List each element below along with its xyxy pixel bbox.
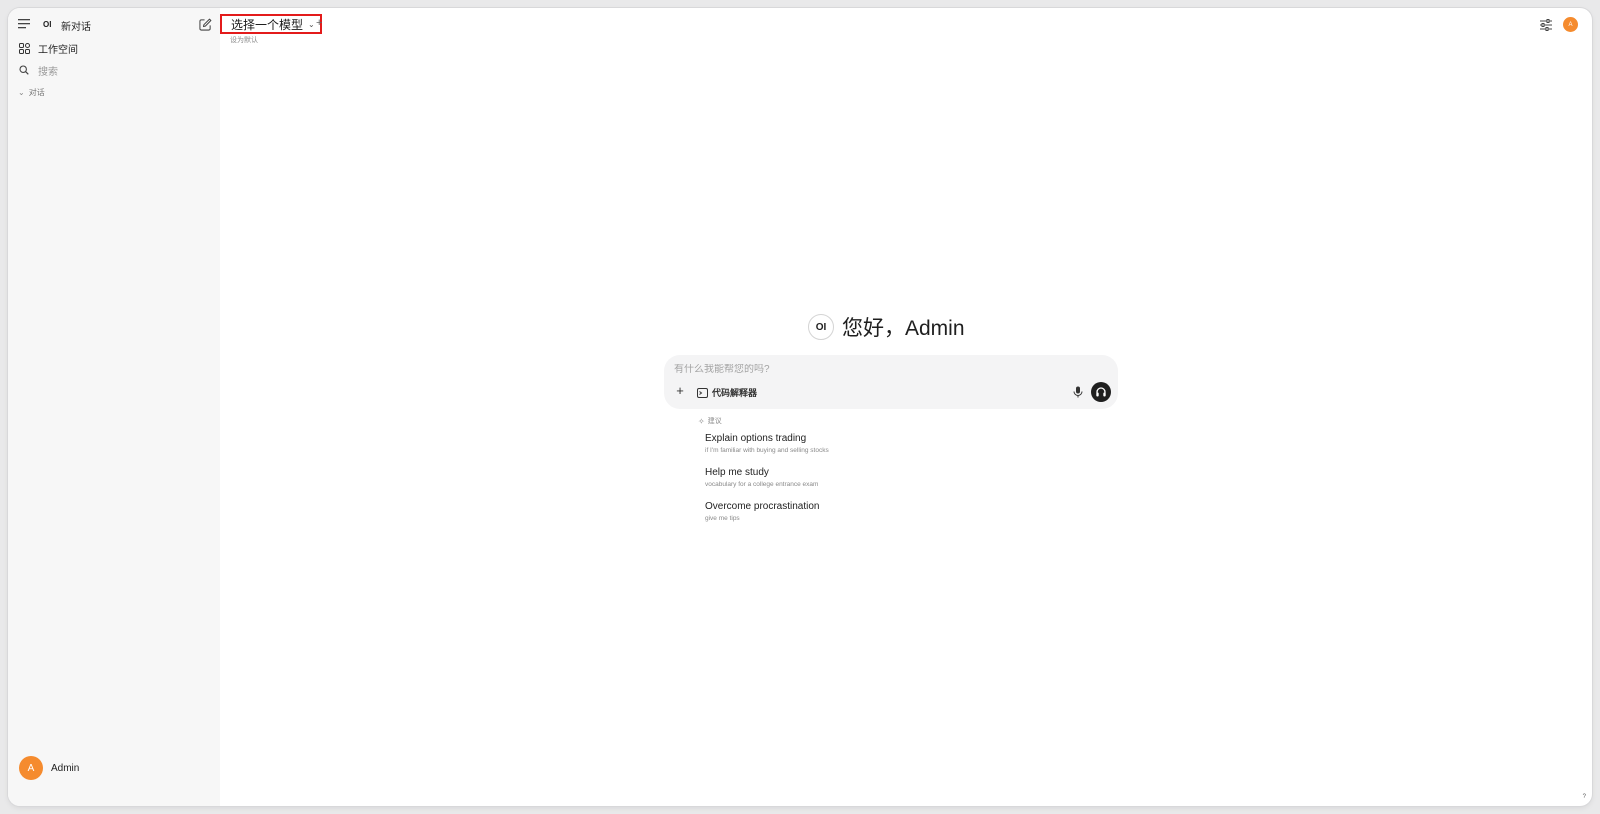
- microphone-icon[interactable]: [1072, 386, 1084, 398]
- set-default-link[interactable]: 设为默认: [230, 35, 258, 45]
- sidebar-search[interactable]: 搜索: [16, 60, 212, 80]
- suggestion-item[interactable]: Explain options trading if I'm familiar …: [705, 433, 829, 454]
- suggestion-title: Explain options trading: [705, 433, 807, 444]
- sidebar-toggle-icon[interactable]: [18, 18, 32, 30]
- suggestion-item[interactable]: Overcome procrastination give me tips: [705, 501, 820, 522]
- suggestion-item[interactable]: Help me study vocabulary for a college e…: [705, 467, 818, 488]
- headphones-icon: [1096, 387, 1106, 397]
- suggestions-header: ✧ 建议: [698, 416, 722, 426]
- sidebar-item-workspace[interactable]: 工作空间: [16, 38, 212, 58]
- search-icon: [18, 64, 30, 76]
- sidebar-section-chats[interactable]: ⌄ 对话: [18, 87, 45, 98]
- message-composer: + 代码解释器: [664, 355, 1118, 409]
- model-select-label: 选择一个模型: [231, 17, 304, 32]
- search-input[interactable]: 搜索: [38, 63, 58, 78]
- new-chat-edit-icon[interactable]: [199, 18, 212, 31]
- app-logo: OI: [43, 20, 52, 29]
- main-panel: 选择一个模型 ⌄ + 设为默认 A OI 您好，Admin +: [220, 8, 1592, 806]
- voice-mode-button[interactable]: [1091, 382, 1111, 402]
- sidebar-item-label: 工作空间: [38, 44, 78, 56]
- top-right-controls: A: [1539, 17, 1578, 32]
- plus-icon[interactable]: +: [674, 384, 686, 397]
- workspace-icon: [18, 42, 30, 54]
- section-label: 对话: [28, 88, 45, 97]
- suggestion-title: Help me study: [705, 467, 769, 478]
- message-input[interactable]: [674, 364, 1054, 375]
- model-logo: OI: [808, 314, 834, 340]
- suggestion-subtitle: give me tips: [705, 515, 740, 522]
- suggestion-title: Overcome procrastination: [705, 501, 820, 512]
- help-button[interactable]: ?: [1583, 794, 1586, 800]
- chevron-down-icon: ⌄: [18, 88, 25, 97]
- user-name: Admin: [51, 762, 80, 774]
- suggestions-label: 建议: [707, 418, 722, 425]
- user-menu[interactable]: A Admin: [19, 756, 79, 780]
- greeting: OI 您好，Admin: [808, 312, 965, 342]
- suggestion-subtitle: if I'm familiar with buying and selling …: [705, 447, 829, 454]
- model-selector[interactable]: 选择一个模型 ⌄: [220, 14, 322, 34]
- add-model-button[interactable]: +: [316, 17, 322, 29]
- sparkle-icon: ✧: [698, 416, 705, 426]
- chevron-down-icon: ⌄: [308, 19, 315, 29]
- greeting-text: 您好，Admin: [842, 317, 965, 340]
- sidebar: OI 新对话 工作空间 搜索 ⌄ 对话 A Admin: [8, 8, 220, 806]
- code-interpreter-toggle[interactable]: 代码解释器: [697, 386, 757, 399]
- terminal-icon: [697, 387, 708, 398]
- code-interpreter-label: 代码解释器: [712, 388, 758, 398]
- new-chat-label[interactable]: 新对话: [61, 18, 91, 33]
- sidebar-header: OI 新对话: [8, 8, 220, 40]
- app-window: OI 新对话 工作空间 搜索 ⌄ 对话 A Admin 选择一个模型 ⌄ + 设…: [8, 8, 1592, 806]
- controls-settings-icon[interactable]: [1539, 18, 1553, 32]
- suggestion-subtitle: vocabulary for a college entrance exam: [705, 481, 819, 488]
- avatar[interactable]: A: [1563, 17, 1578, 32]
- avatar: A: [19, 756, 43, 780]
